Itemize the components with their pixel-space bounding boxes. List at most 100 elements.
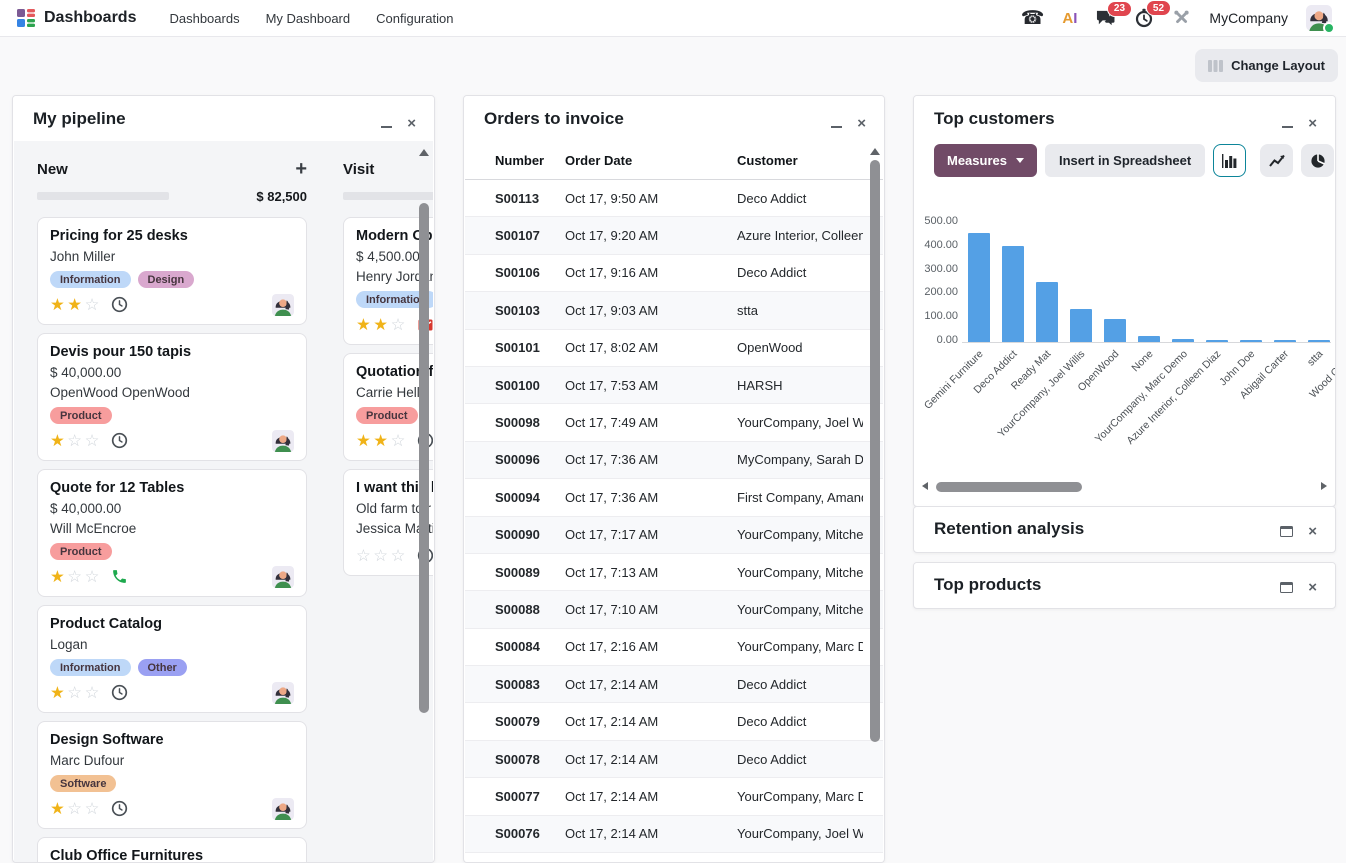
minimize-icon[interactable] (831, 120, 842, 128)
scroll-up-arrow[interactable] (870, 148, 880, 155)
order-row-s00088[interactable]: S00088Oct 17, 7:10 AMYourCompany, Mitche… (465, 591, 883, 628)
maximize-icon[interactable] (1280, 582, 1293, 593)
order-row-s00101[interactable]: S00101Oct 17, 8:02 AMOpenWood (465, 330, 883, 367)
ai-button[interactable]: AI (1062, 10, 1077, 27)
priority-stars[interactable]: ★☆☆ (50, 799, 102, 819)
bar-deco-addict[interactable] (1002, 246, 1024, 342)
order-row-s00096[interactable]: S00096Oct 17, 7:36 AMMyCompany, Sarah Da… (465, 442, 883, 479)
kanban-card[interactable]: Pricing for 25 desksJohn MillerInformati… (37, 217, 307, 325)
star-empty-icon[interactable]: ☆ (85, 800, 102, 818)
close-icon[interactable]: × (1308, 524, 1317, 539)
order-row-s00077[interactable]: S00077Oct 17, 2:14 AMYourCompany, Marc D… (465, 778, 883, 815)
order-row-s00084[interactable]: S00084Oct 17, 2:16 AMYourCompany, Marc D… (465, 629, 883, 666)
clock-icon[interactable] (111, 296, 128, 313)
star-filled-icon[interactable]: ★ (50, 684, 67, 702)
star-empty-icon[interactable]: ☆ (67, 568, 84, 586)
activity-button[interactable] (111, 800, 128, 817)
maximize-icon[interactable] (1280, 526, 1293, 537)
star-filled-icon[interactable]: ★ (50, 568, 67, 586)
activity-button[interactable] (111, 296, 128, 313)
bar-gemini-furniture[interactable] (968, 233, 990, 342)
clock-icon[interactable] (111, 684, 128, 701)
star-filled-icon[interactable]: ★ (50, 800, 67, 818)
star-empty-icon[interactable]: ☆ (391, 432, 408, 450)
voip-phone-button[interactable]: ☎ (1021, 9, 1045, 28)
scroll-left-arrow[interactable] (922, 482, 928, 490)
phone-icon[interactable] (111, 568, 128, 585)
order-row-s00083[interactable]: S00083Oct 17, 2:14 AMDeco Addict (465, 666, 883, 703)
priority-stars[interactable]: ★☆☆ (50, 431, 102, 451)
order-row-s00094[interactable]: S00094Oct 17, 7:36 AMFirst Company, Aman… (465, 479, 883, 516)
company-selector[interactable]: MyCompany (1209, 10, 1288, 26)
nav-item-my-dashboard[interactable]: My Dashboard (253, 2, 364, 35)
avatar[interactable] (272, 430, 294, 452)
star-empty-icon[interactable]: ☆ (391, 547, 408, 565)
star-empty-icon[interactable]: ☆ (67, 800, 84, 818)
nav-item-dashboards[interactable]: Dashboards (156, 2, 252, 35)
column-header-customer[interactable]: Customer (737, 153, 863, 168)
star-empty-icon[interactable]: ☆ (67, 432, 84, 450)
star-filled-icon[interactable]: ★ (356, 316, 373, 334)
column-header-order-date[interactable]: Order Date (565, 153, 737, 168)
star-filled-icon[interactable]: ★ (50, 296, 67, 314)
order-row-s00106[interactable]: S00106Oct 17, 9:16 AMDeco Addict (465, 255, 883, 292)
star-filled-icon[interactable]: ★ (373, 432, 390, 450)
scroll-up-arrow[interactable] (419, 149, 429, 156)
scrollbar-thumb[interactable] (419, 203, 429, 713)
priority-stars[interactable]: ★★☆ (50, 295, 102, 315)
close-icon[interactable]: × (1308, 580, 1317, 595)
bar-ready-mat[interactable] (1036, 282, 1058, 342)
change-layout-button[interactable]: Change Layout (1195, 49, 1338, 82)
priority-stars[interactable]: ☆☆☆ (356, 546, 408, 566)
order-row-s00076[interactable]: S00076Oct 17, 2:14 AMYourCompany, Joel W… (465, 816, 883, 853)
close-icon[interactable]: × (857, 116, 866, 131)
star-filled-icon[interactable]: ★ (373, 316, 390, 334)
avatar[interactable] (272, 798, 294, 820)
order-row-s00079[interactable]: S00079Oct 17, 2:14 AMDeco Addict (465, 703, 883, 740)
messages-button[interactable]: 23 (1095, 9, 1116, 28)
star-filled-icon[interactable]: ★ (50, 432, 67, 450)
star-empty-icon[interactable]: ☆ (373, 547, 390, 565)
priority-stars[interactable]: ★★☆ (356, 315, 408, 335)
avatar[interactable] (272, 294, 294, 316)
clock-icon[interactable] (111, 800, 128, 817)
star-empty-icon[interactable]: ☆ (67, 684, 84, 702)
star-empty-icon[interactable]: ☆ (85, 432, 102, 450)
kanban-card[interactable]: Quote for 12 Tables$ 40,000.00Will McEnc… (37, 469, 307, 597)
clock-icon[interactable] (111, 432, 128, 449)
bar-yourcompany-marc-demo[interactable] (1172, 339, 1194, 342)
star-filled-icon[interactable]: ★ (356, 432, 373, 450)
bar-yourcompany-joel-willis[interactable] (1070, 309, 1092, 342)
star-empty-icon[interactable]: ☆ (85, 296, 102, 314)
star-empty-icon[interactable]: ☆ (85, 684, 102, 702)
bar-stta[interactable] (1308, 340, 1330, 342)
column-progress-bar[interactable] (37, 192, 169, 200)
order-row-s00098[interactable]: S00098Oct 17, 7:49 AMYourCompany, Joel W… (465, 404, 883, 441)
bar-john-doe[interactable] (1240, 340, 1262, 342)
star-empty-icon[interactable]: ☆ (391, 316, 408, 334)
avatar[interactable] (272, 566, 294, 588)
activity-button[interactable] (111, 684, 128, 701)
scrollbar-thumb[interactable] (936, 482, 1082, 492)
scrollbar-thumb[interactable] (870, 160, 880, 742)
nav-item-configuration[interactable]: Configuration (363, 2, 466, 35)
priority-stars[interactable]: ★☆☆ (50, 683, 102, 703)
star-empty-icon[interactable]: ☆ (356, 547, 373, 565)
order-row-s00107[interactable]: S00107Oct 17, 9:20 AMAzure Interior, Col… (465, 217, 883, 254)
column-header-number[interactable]: Number (495, 153, 565, 168)
kanban-card[interactable]: Product CatalogLoganInformationOther★☆☆ (37, 605, 307, 713)
bar-none[interactable] (1138, 336, 1160, 342)
kanban-card[interactable]: Devis pour 150 tapis$ 40,000.00OpenWood … (37, 333, 307, 461)
activity-button[interactable] (111, 432, 128, 449)
priority-stars[interactable]: ★★☆ (356, 431, 408, 451)
scroll-right-arrow[interactable] (1321, 482, 1327, 490)
order-row-s00090[interactable]: S00090Oct 17, 7:17 AMYourCompany, Mitche… (465, 517, 883, 554)
order-row-s00113[interactable]: S00113Oct 17, 9:50 AMDeco Addict (465, 180, 883, 217)
priority-stars[interactable]: ★☆☆ (50, 567, 102, 587)
user-menu[interactable] (1306, 5, 1332, 31)
app-switcher[interactable]: Dashboards (10, 8, 142, 28)
kanban-card[interactable]: Club Office FurnituresJacques DunaganTra… (37, 837, 307, 862)
star-empty-icon[interactable]: ☆ (85, 568, 102, 586)
bar-azure-interior-colleen-diaz[interactable] (1206, 340, 1228, 342)
star-filled-icon[interactable]: ★ (67, 296, 84, 314)
